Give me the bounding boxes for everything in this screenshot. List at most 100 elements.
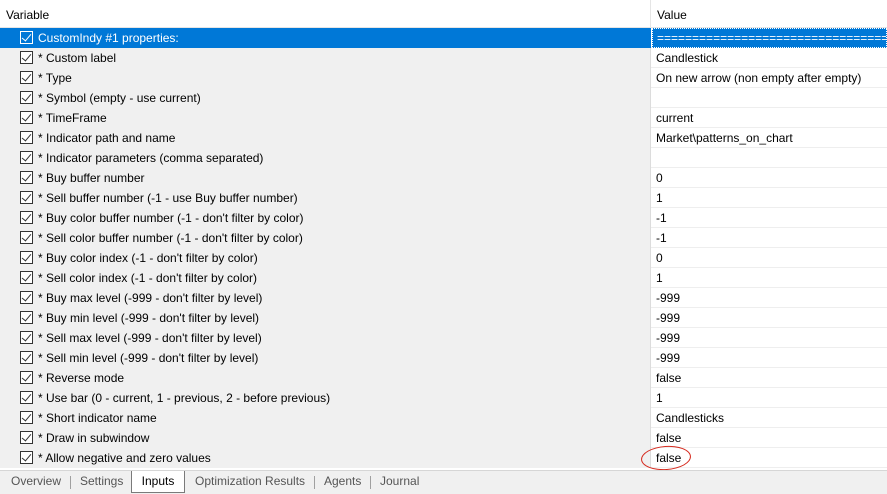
variable-cell[interactable]: * Type	[0, 68, 651, 88]
tab-journal[interactable]: Journal	[380, 471, 419, 493]
value-cell[interactable]: false	[652, 368, 887, 388]
row-checkbox-icon[interactable]	[20, 91, 33, 104]
value-cell[interactable]: -999	[652, 308, 887, 328]
variable-cell[interactable]: * Custom label	[0, 48, 651, 68]
value-cell[interactable]: -1	[652, 228, 887, 248]
row-checkbox-icon[interactable]	[20, 211, 33, 224]
row-checkbox-icon[interactable]	[20, 131, 33, 144]
row-checkbox-icon[interactable]	[20, 191, 33, 204]
value-cell[interactable]: -999	[652, 328, 887, 348]
row-checkbox-icon[interactable]	[20, 111, 33, 124]
variable-cell[interactable]: * Allow negative and zero values	[0, 448, 651, 468]
table-row[interactable]: * Sell max level (-999 - don't filter by…	[0, 328, 887, 348]
table-row[interactable]: * Use bar (0 - current, 1 - previous, 2 …	[0, 388, 887, 408]
variable-cell[interactable]: * Buy color index (-1 - don't filter by …	[0, 248, 651, 268]
row-checkbox-icon[interactable]	[20, 31, 33, 44]
table-row[interactable]: * Custom label Candlestick	[0, 48, 887, 68]
row-checkbox-icon[interactable]	[20, 251, 33, 264]
column-header-value[interactable]: Value	[651, 0, 887, 28]
tab-inputs[interactable]: Inputs	[131, 471, 185, 493]
variable-cell[interactable]: * Sell buffer number (-1 - use Buy buffe…	[0, 188, 651, 208]
row-checkbox-icon[interactable]	[20, 171, 33, 184]
variable-label: * Symbol (empty - use current)	[38, 91, 201, 105]
row-checkbox-icon[interactable]	[20, 431, 33, 444]
table-row[interactable]: * Sell color index (-1 - don't filter by…	[0, 268, 887, 288]
row-checkbox-icon[interactable]	[20, 311, 33, 324]
variable-cell[interactable]: * Indicator path and name	[0, 128, 651, 148]
row-checkbox-icon[interactable]	[20, 451, 33, 464]
value-cell[interactable]: Candlesticks	[652, 408, 887, 428]
table-row[interactable]: CustomIndy #1 properties: ==============…	[0, 28, 887, 48]
column-header-variable[interactable]: Variable	[0, 0, 651, 28]
table-row[interactable]: * Symbol (empty - use current)	[0, 88, 887, 108]
value-cell[interactable]: 0	[652, 168, 887, 188]
table-row[interactable]: * Short indicator name Candlesticks	[0, 408, 887, 428]
value-cell[interactable]: 1	[652, 268, 887, 288]
variable-cell[interactable]: * Buy buffer number	[0, 168, 651, 188]
table-row[interactable]: * Buy min level (-999 - don't filter by …	[0, 308, 887, 328]
variable-cell[interactable]: * Buy max level (-999 - don't filter by …	[0, 288, 651, 308]
row-checkbox-icon[interactable]	[20, 71, 33, 84]
value-cell[interactable]: Market\patterns_on_chart	[652, 128, 887, 148]
value-cell[interactable]: 1	[652, 388, 887, 408]
row-checkbox-icon[interactable]	[20, 351, 33, 364]
tab-overview[interactable]: Overview	[11, 471, 61, 493]
value-cell[interactable]: -999	[652, 288, 887, 308]
table-row[interactable]: * Sell color buffer number (-1 - don't f…	[0, 228, 887, 248]
value-cell[interactable]: -1	[652, 208, 887, 228]
row-checkbox-icon[interactable]	[20, 231, 33, 244]
table-row[interactable]: * Sell min level (-999 - don't filter by…	[0, 348, 887, 368]
variable-cell[interactable]: * Use bar (0 - current, 1 - previous, 2 …	[0, 388, 651, 408]
variable-cell[interactable]: * Sell max level (-999 - don't filter by…	[0, 328, 651, 348]
variable-cell[interactable]: * Buy min level (-999 - don't filter by …	[0, 308, 651, 328]
table-row[interactable]: * Sell buffer number (-1 - use Buy buffe…	[0, 188, 887, 208]
value-cell[interactable]: -999	[652, 348, 887, 368]
table-row[interactable]: * Indicator parameters (comma separated)	[0, 148, 887, 168]
table-row[interactable]: * Allow negative and zero values false	[0, 448, 887, 468]
value-cell[interactable]: false	[652, 428, 887, 448]
row-checkbox-icon[interactable]	[20, 371, 33, 384]
variable-label: * Allow negative and zero values	[38, 451, 211, 465]
tab-settings[interactable]: Settings	[80, 471, 123, 493]
table-row[interactable]: * TimeFrame current	[0, 108, 887, 128]
tab-optimization-results[interactable]: Optimization Results	[195, 471, 305, 493]
variable-label: * Buy min level (-999 - don't filter by …	[38, 311, 260, 325]
variable-cell[interactable]: * Draw in subwindow	[0, 428, 651, 448]
table-row[interactable]: * Reverse mode false	[0, 368, 887, 388]
value-cell[interactable]: On new arrow (non empty after empty)	[652, 68, 887, 88]
value-cell[interactable]: ========================================…	[652, 28, 887, 48]
variable-cell[interactable]: * Reverse mode	[0, 368, 651, 388]
row-checkbox-icon[interactable]	[20, 51, 33, 64]
row-checkbox-icon[interactable]	[20, 411, 33, 424]
value-cell[interactable]	[652, 88, 887, 108]
variable-cell[interactable]: * Short indicator name	[0, 408, 651, 428]
variable-cell[interactable]: * TimeFrame	[0, 108, 651, 128]
row-checkbox-icon[interactable]	[20, 391, 33, 404]
table-row[interactable]: * Type On new arrow (non empty after emp…	[0, 68, 887, 88]
variable-cell[interactable]: * Sell min level (-999 - don't filter by…	[0, 348, 651, 368]
row-checkbox-icon[interactable]	[20, 331, 33, 344]
variable-cell[interactable]: * Symbol (empty - use current)	[0, 88, 651, 108]
row-checkbox-icon[interactable]	[20, 151, 33, 164]
value-cell[interactable]: Candlestick	[652, 48, 887, 68]
row-checkbox-icon[interactable]	[20, 271, 33, 284]
variable-cell[interactable]: * Sell color index (-1 - don't filter by…	[0, 268, 651, 288]
variable-label: * Sell color buffer number (-1 - don't f…	[38, 231, 303, 245]
table-row[interactable]: * Draw in subwindow false	[0, 428, 887, 448]
variable-cell[interactable]: CustomIndy #1 properties:	[0, 28, 651, 48]
variable-cell[interactable]: * Buy color buffer number (-1 - don't fi…	[0, 208, 651, 228]
row-checkbox-icon[interactable]	[20, 291, 33, 304]
variable-cell[interactable]: * Indicator parameters (comma separated)	[0, 148, 651, 168]
value-cell[interactable]: false	[652, 448, 887, 468]
table-row[interactable]: * Buy color index (-1 - don't filter by …	[0, 248, 887, 268]
table-row[interactable]: * Buy buffer number 0	[0, 168, 887, 188]
value-cell[interactable]	[652, 148, 887, 168]
variable-cell[interactable]: * Sell color buffer number (-1 - don't f…	[0, 228, 651, 248]
tab-agents[interactable]: Agents	[324, 471, 361, 493]
value-cell[interactable]: 1	[652, 188, 887, 208]
table-row[interactable]: * Indicator path and name Market\pattern…	[0, 128, 887, 148]
value-cell[interactable]: 0	[652, 248, 887, 268]
value-cell[interactable]: current	[652, 108, 887, 128]
table-row[interactable]: * Buy max level (-999 - don't filter by …	[0, 288, 887, 308]
table-row[interactable]: * Buy color buffer number (-1 - don't fi…	[0, 208, 887, 228]
